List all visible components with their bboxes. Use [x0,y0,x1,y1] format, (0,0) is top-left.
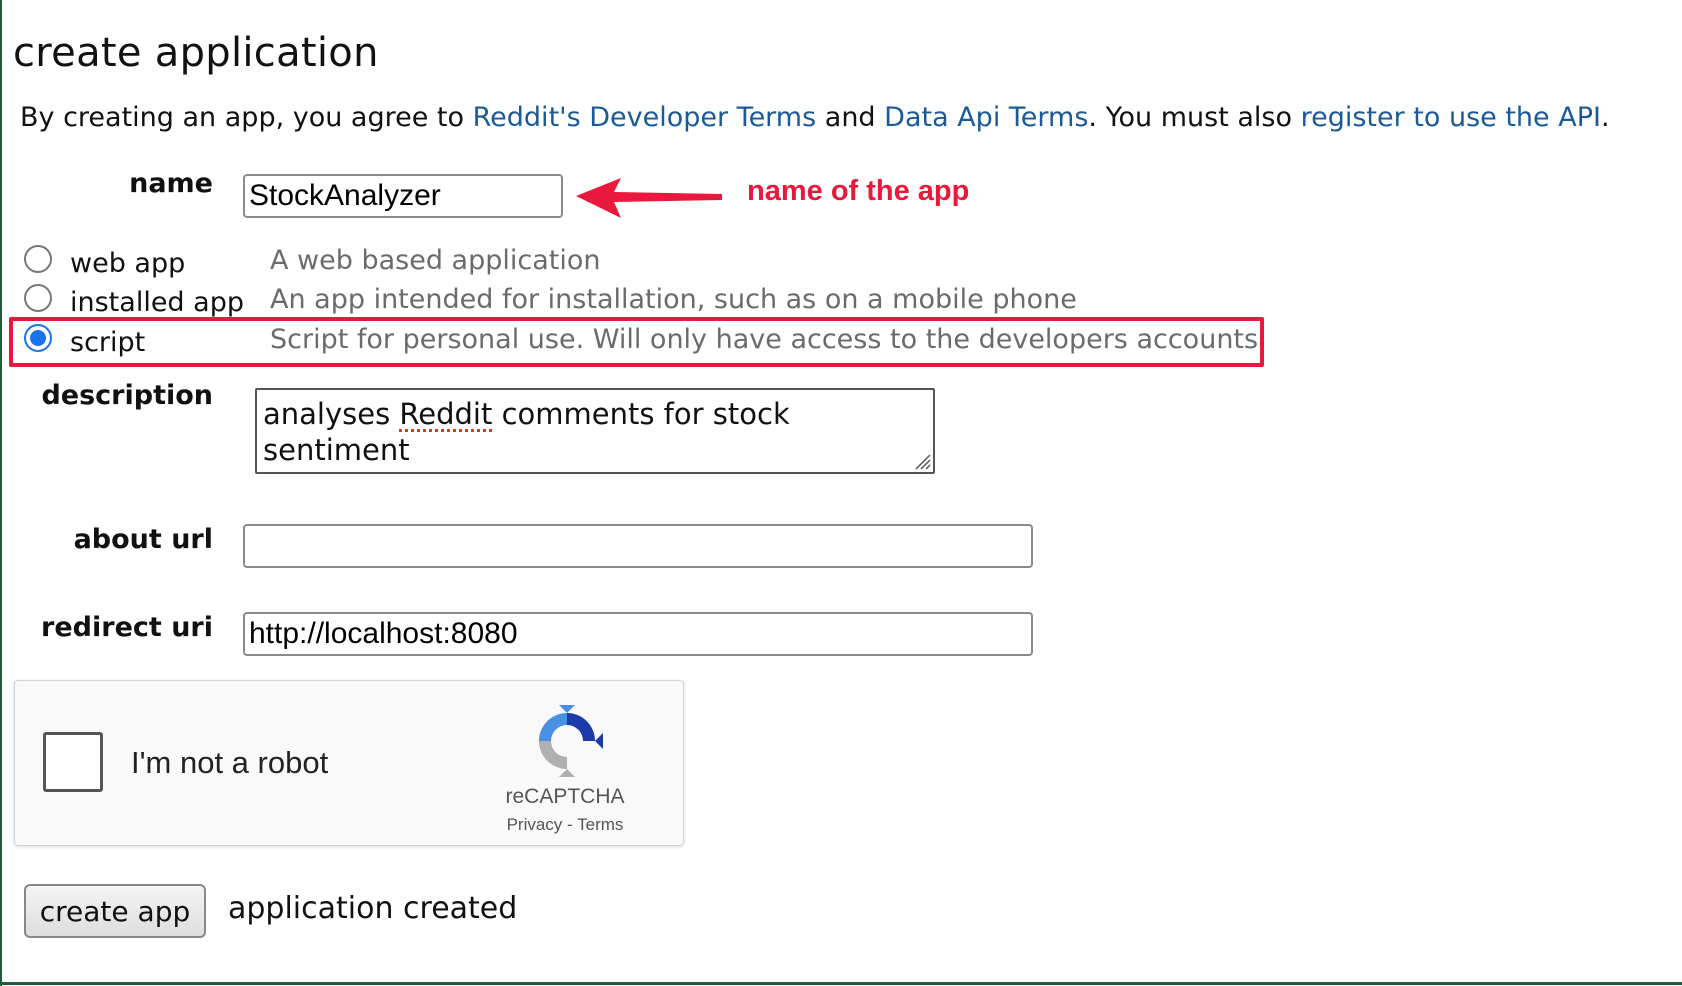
recaptcha-links: Privacy - Terms [485,815,645,835]
radio-web-app[interactable] [24,245,52,273]
radio-label-script: script [70,327,146,358]
intro-text: . [1600,102,1610,133]
recaptcha-widget: I'm not a robot reCAPTCHA Privacy - Term… [14,680,684,846]
developer-terms-link[interactable]: Reddit's Developer Terms [473,102,817,133]
description-line-1: analyses Reddit comments for stock [263,396,927,432]
redirect-uri-input[interactable] [243,612,1033,656]
register-api-link[interactable]: register to use the API [1301,102,1601,133]
intro-text: . You must also [1088,102,1301,133]
radio-label-web-app: web app [70,248,186,279]
page-frame-bottom [0,982,1682,985]
description-label: description [41,380,213,411]
spellcheck-word: Reddit [399,397,493,431]
recaptcha-checkbox[interactable] [43,732,103,792]
recaptcha-link-separator: - [562,815,578,834]
create-app-button[interactable]: create app [24,884,206,938]
radio-desc-web-app: A web based application [270,245,601,276]
about-url-label: about url [73,524,213,555]
recaptcha-terms-link[interactable]: Terms [577,815,623,834]
resize-grip-icon[interactable] [913,452,931,470]
name-label: name [129,168,213,199]
about-url-input[interactable] [243,524,1033,568]
recaptcha-label: I'm not a robot [131,745,329,780]
page-frame-left [0,0,2,986]
radio-installed-app[interactable] [24,284,52,312]
radio-desc-installed-app: An app intended for installation, such a… [270,284,1077,315]
terms-intro: By creating an app, you agree to Reddit'… [20,102,1610,133]
radio-label-installed-app: installed app [70,287,244,318]
radio-script[interactable] [24,324,52,352]
page-title: create application [13,30,379,76]
recaptcha-brand: reCAPTCHA [505,785,625,808]
radio-desc-script: Script for personal use. Will only have … [270,324,1259,355]
annotation-label: name of the app [747,175,970,207]
description-text: comments for stock [492,397,790,431]
data-api-terms-link[interactable]: Data Api Terms [884,102,1088,133]
name-input[interactable] [243,174,563,218]
intro-text: By creating an app, you agree to [20,102,473,133]
recaptcha-privacy-link[interactable]: Privacy [507,815,563,834]
redirect-uri-label: redirect uri [41,612,213,643]
annotation-arrow-icon [576,178,722,218]
description-text: analyses [263,397,400,431]
status-message: application created [228,891,518,926]
description-line-2: sentiment [263,433,410,467]
intro-text: and [816,102,885,133]
recaptcha-logo-icon [539,705,603,777]
description-textarea[interactable]: analyses Reddit comments for stock senti… [255,388,935,474]
